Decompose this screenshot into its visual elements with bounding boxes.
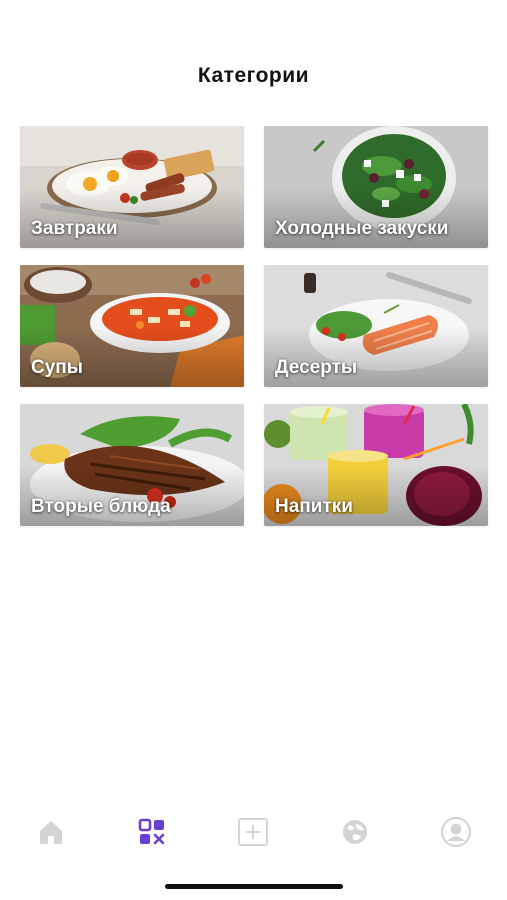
category-card-soups[interactable]: Супы <box>20 265 244 387</box>
category-label: Холодные закуски <box>275 218 449 239</box>
tab-categories[interactable] <box>127 812 177 852</box>
add-square-icon <box>238 818 269 846</box>
categories-grid-icon <box>138 818 165 845</box>
bottom-tab-bar <box>0 808 507 856</box>
globe-icon <box>342 820 367 844</box>
tab-add[interactable] <box>228 812 278 852</box>
profile-icon <box>441 816 472 848</box>
category-label: Вторые блюда <box>31 496 171 517</box>
page-title: Категории <box>197 64 310 87</box>
tab-globe[interactable] <box>330 812 380 852</box>
category-card-breakfast[interactable]: Завтраки <box>20 126 244 248</box>
category-label: Супы <box>31 357 83 378</box>
home-icon <box>39 821 62 844</box>
tab-profile[interactable] <box>431 812 481 852</box>
category-card-drinks[interactable]: Напитки <box>264 404 488 526</box>
categories-grid: Завтраки Холодные закуски Супы Десерты В… <box>20 126 488 526</box>
categories-screen: Категории Завтраки Холодные закуски Супы… <box>0 0 507 900</box>
tab-home[interactable] <box>26 812 76 852</box>
category-label: Напитки <box>275 496 353 517</box>
category-label: Завтраки <box>31 218 118 239</box>
category-label: Десерты <box>275 357 358 378</box>
home-indicator <box>165 884 343 889</box>
category-card-desserts[interactable]: Десерты <box>264 265 488 387</box>
category-card-cold-appetizers[interactable]: Холодные закуски <box>264 126 488 248</box>
category-card-main-dishes[interactable]: Вторые блюда <box>20 404 244 526</box>
